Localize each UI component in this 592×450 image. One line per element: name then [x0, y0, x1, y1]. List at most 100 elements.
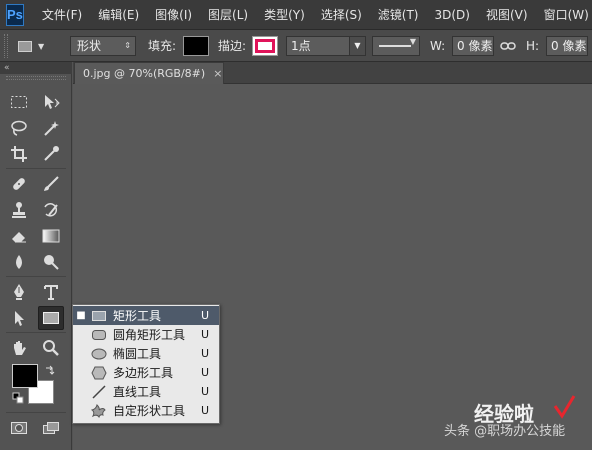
- toolbox-separator: [6, 412, 66, 413]
- stroke-width-value: 1点: [291, 39, 311, 53]
- type-icon[interactable]: [38, 280, 64, 304]
- options-bar-grip[interactable]: [4, 34, 8, 58]
- ellipse-icon: [89, 346, 109, 362]
- selected-bullet-icon: ■: [76, 310, 86, 321]
- close-icon[interactable]: ×: [213, 67, 222, 80]
- menu-edit[interactable]: 编辑(E): [90, 0, 147, 30]
- default-colors-icon[interactable]: [12, 392, 24, 407]
- dodge-icon[interactable]: [38, 250, 64, 274]
- foreground-color[interactable]: [12, 364, 38, 388]
- custom-shape-icon: [89, 403, 109, 419]
- menu-bar: Ps 文件(F) 编辑(E) 图像(I) 图层(L) 类型(Y) 选择(S) 滤…: [0, 0, 592, 30]
- shape-tool-flyout: ■ 矩形工具 U 圆角矩形工具 U 椭圆工具 U 多边形工具 U 直线工具 U …: [72, 304, 220, 424]
- rectangle-preset-icon: [18, 40, 32, 52]
- quick-mask-icon[interactable]: [6, 416, 32, 440]
- flyout-item-line[interactable]: 直线工具 U: [73, 382, 219, 401]
- app-logo: Ps: [6, 3, 24, 26]
- tool-preset-picker[interactable]: ▼: [18, 36, 58, 56]
- stroke-line-icon: [379, 45, 411, 47]
- pen-icon[interactable]: [6, 280, 32, 304]
- height-input[interactable]: 0 像素: [546, 36, 588, 56]
- rectangle-icon: [89, 308, 109, 324]
- menu-image[interactable]: 图像(I): [147, 0, 200, 30]
- flyout-item-custom-shape[interactable]: 自定形状工具 U: [73, 401, 219, 420]
- toolbox-header: «: [0, 62, 72, 74]
- brush-icon[interactable]: [38, 172, 64, 196]
- checkmark-icon: [552, 394, 576, 423]
- stroke-width-input[interactable]: 1点 ▼: [286, 36, 366, 56]
- document-tab[interactable]: 0.jpg @ 70%(RGB/8#) ×: [74, 62, 224, 84]
- flyout-item-shortcut: U: [201, 309, 210, 322]
- mode-select[interactable]: 形状 ⇕: [70, 36, 136, 56]
- polygon-icon: [89, 365, 109, 381]
- menu-window[interactable]: 窗口(W): [536, 0, 592, 30]
- flyout-item-label: 自定形状工具: [113, 404, 186, 418]
- menu-layer[interactable]: 图层(L): [200, 0, 256, 30]
- healing-brush-icon[interactable]: [6, 172, 32, 196]
- stroke-label: 描边:: [218, 39, 247, 53]
- fill-color-icon: [183, 36, 209, 56]
- flyout-item-shortcut: U: [201, 328, 210, 341]
- menu-filter[interactable]: 滤镜(T): [370, 0, 427, 30]
- height-label: H:: [526, 39, 540, 53]
- watermark-subtitle: 头条 @职场办公技能: [444, 424, 566, 439]
- eyedropper-icon[interactable]: [38, 142, 64, 166]
- hand-icon[interactable]: [6, 336, 32, 360]
- zoom-icon[interactable]: [38, 336, 64, 360]
- history-brush-icon[interactable]: [38, 198, 64, 222]
- menu-view[interactable]: 视图(V): [478, 0, 536, 30]
- marquee-icon[interactable]: [6, 90, 32, 114]
- lasso-icon[interactable]: [6, 116, 32, 140]
- collapse-icon[interactable]: «: [4, 62, 10, 74]
- flyout-item-shortcut: U: [201, 347, 210, 360]
- fill-label: 填充:: [148, 39, 177, 53]
- flyout-item-shortcut: U: [201, 366, 210, 379]
- path-selection-icon[interactable]: [6, 306, 32, 330]
- document-tab-title: 0.jpg @ 70%(RGB/8#): [83, 67, 206, 80]
- width-label: W:: [430, 39, 446, 53]
- swap-colors-icon[interactable]: [44, 364, 56, 379]
- stroke-swatch[interactable]: [252, 36, 278, 56]
- flyout-item-shortcut: U: [201, 385, 210, 398]
- chevron-down-icon[interactable]: ▼: [349, 37, 365, 55]
- chevron-down-icon: ▼: [409, 37, 416, 46]
- clone-stamp-icon[interactable]: [6, 198, 32, 222]
- link-icon[interactable]: [500, 40, 516, 60]
- magic-wand-icon[interactable]: [38, 116, 64, 140]
- move-icon[interactable]: [38, 90, 64, 114]
- fill-swatch[interactable]: [183, 36, 209, 56]
- menu-file[interactable]: 文件(F): [34, 0, 90, 30]
- crop-icon[interactable]: [6, 142, 32, 166]
- flyout-item-label: 直线工具: [113, 385, 162, 399]
- toolbox-separator: [6, 168, 66, 169]
- width-value: 0 像素: [457, 39, 493, 53]
- toolbox-separator: [6, 276, 66, 277]
- toolbox-grip[interactable]: [6, 76, 66, 80]
- flyout-item-rectangle[interactable]: ■ 矩形工具 U: [73, 306, 219, 325]
- menu-type[interactable]: 类型(Y): [256, 0, 313, 30]
- height-value: 0 像素: [551, 39, 587, 53]
- stroke-color-icon: [252, 36, 278, 56]
- eraser-icon[interactable]: [6, 224, 32, 248]
- menu-3d[interactable]: 3D(D): [427, 0, 478, 30]
- chevron-down-icon: ▼: [38, 41, 45, 51]
- flyout-item-label: 圆角矩形工具: [113, 328, 186, 342]
- line-icon: [89, 384, 109, 400]
- stroke-type-select[interactable]: ▼: [372, 36, 420, 56]
- width-input[interactable]: 0 像素: [452, 36, 494, 56]
- mode-select-value: 形状: [77, 39, 102, 53]
- rectangle-tool-icon[interactable]: [38, 306, 64, 330]
- gradient-icon[interactable]: [38, 224, 64, 248]
- blur-icon[interactable]: [6, 250, 32, 274]
- flyout-item-label: 多边形工具: [113, 366, 174, 380]
- toolbox-separator: [6, 332, 66, 333]
- updown-arrows-icon: ⇕: [124, 41, 131, 50]
- options-bar: ▼ 形状 ⇕ 填充: 描边: 1点 ▼ ▼ W: 0 像素 H: 0 像素: [0, 30, 592, 62]
- flyout-item-rounded-rectangle[interactable]: 圆角矩形工具 U: [73, 325, 219, 344]
- flyout-item-polygon[interactable]: 多边形工具 U: [73, 363, 219, 382]
- flyout-item-label: 矩形工具: [113, 309, 162, 323]
- flyout-item-label: 椭圆工具: [113, 347, 162, 361]
- menu-select[interactable]: 选择(S): [313, 0, 370, 30]
- screen-mode-icon[interactable]: [38, 416, 64, 440]
- flyout-item-ellipse[interactable]: 椭圆工具 U: [73, 344, 219, 363]
